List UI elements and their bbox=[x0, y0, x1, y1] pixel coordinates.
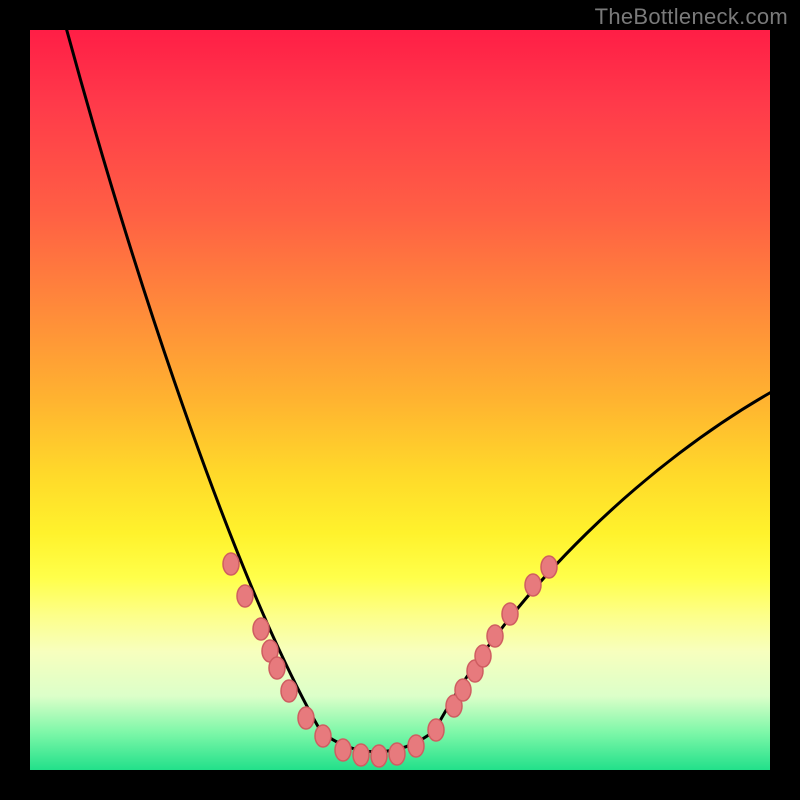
bottleneck-curve bbox=[64, 30, 770, 752]
data-marker bbox=[541, 556, 557, 578]
data-marker bbox=[502, 603, 518, 625]
data-marker bbox=[223, 553, 239, 575]
data-marker bbox=[525, 574, 541, 596]
data-marker bbox=[353, 744, 369, 766]
watermark-text: TheBottleneck.com bbox=[595, 4, 788, 30]
marker-group bbox=[223, 553, 557, 767]
curve-layer bbox=[30, 30, 770, 770]
data-marker bbox=[298, 707, 314, 729]
data-marker bbox=[371, 745, 387, 767]
data-marker bbox=[281, 680, 297, 702]
data-marker bbox=[408, 735, 424, 757]
data-marker bbox=[455, 679, 471, 701]
chart-frame: TheBottleneck.com bbox=[0, 0, 800, 800]
plot-area bbox=[30, 30, 770, 770]
data-marker bbox=[389, 743, 405, 765]
data-marker bbox=[315, 725, 331, 747]
data-marker bbox=[335, 739, 351, 761]
data-marker bbox=[269, 657, 285, 679]
data-marker bbox=[253, 618, 269, 640]
data-marker bbox=[237, 585, 253, 607]
data-marker bbox=[475, 645, 491, 667]
data-marker bbox=[428, 719, 444, 741]
data-marker bbox=[487, 625, 503, 647]
